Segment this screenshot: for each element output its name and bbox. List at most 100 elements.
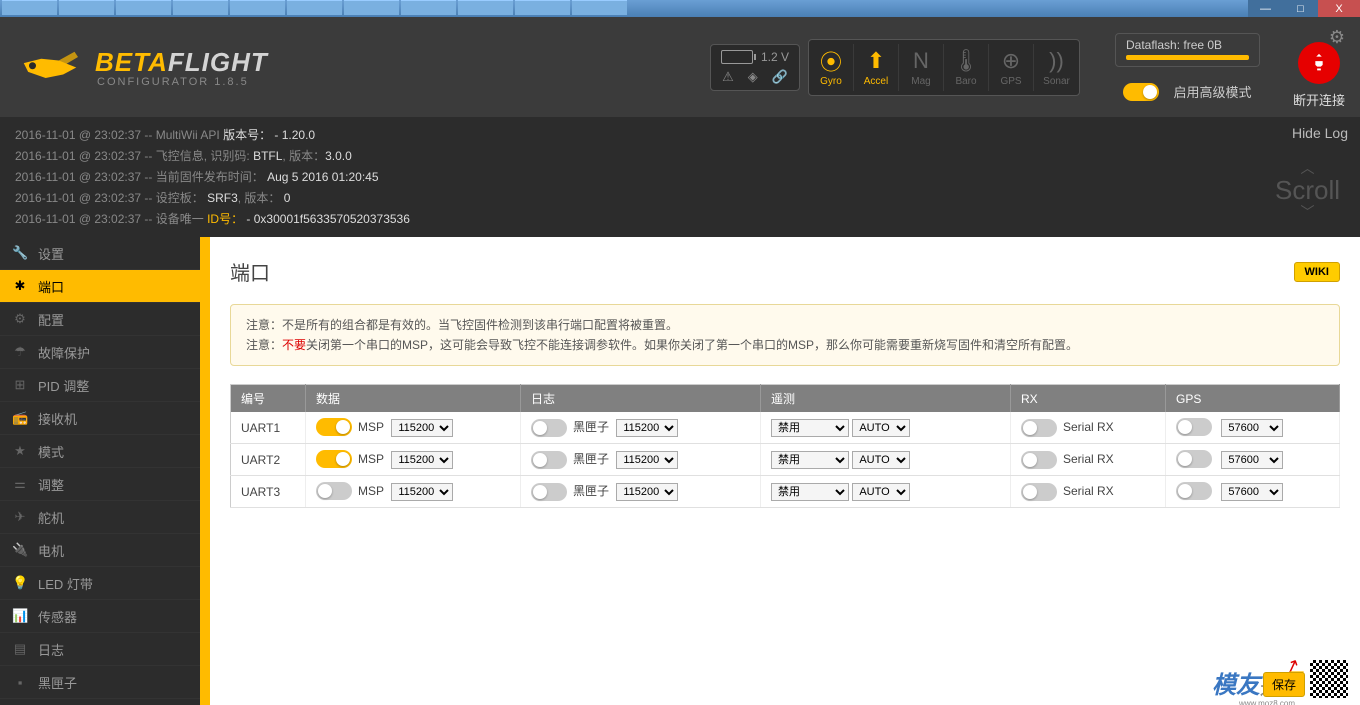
telemetry-baud-select[interactable]: AUTO [852,451,910,469]
battery-icon [721,50,753,64]
nav-icon: ⚙ [12,311,28,327]
maximize-button[interactable]: □ [1283,0,1318,17]
taskbar-tab[interactable] [173,0,228,15]
gps-baud-select[interactable]: 57600 [1221,419,1283,437]
nav-label: 调整 [38,475,64,494]
gps-toggle[interactable] [1176,418,1212,436]
msp-baud-select[interactable]: 115200 [391,483,453,501]
blackbox-baud-select[interactable]: 115200 [616,483,678,501]
nav-icon: ☂ [12,344,28,360]
nav-icon: ▪ [12,675,28,690]
hide-log-button[interactable]: Hide Log [1292,123,1348,144]
link-icon: 🔗 [772,69,788,85]
logo-flight: FLIGHT [168,47,268,77]
blackbox-toggle[interactable] [531,451,567,469]
table-row: UART3 MSP 115200 黑匣子 115200 禁用 AUTO Seri… [231,476,1340,508]
msp-toggle[interactable] [316,450,352,468]
nav-label: 故障保护 [38,343,90,362]
nav-icon: 💡 [12,575,28,591]
th-id: 编号 [231,385,306,413]
usb-icon [1308,52,1330,74]
sidebar-item-13[interactable]: ▪黑匣子 [0,666,200,699]
taskbar-tab[interactable] [458,0,513,15]
save-button[interactable]: 保存 [1263,672,1305,697]
telemetry-select[interactable]: 禁用 [771,451,849,469]
telemetry-baud-select[interactable]: AUTO [852,483,910,501]
nav-label: 设置 [38,244,64,263]
msp-baud-select[interactable]: 115200 [391,419,453,437]
th-rx: RX [1011,385,1166,413]
sidebar-item-11[interactable]: 📊传感器 [0,600,200,633]
nav-icon: 🔧 [12,245,28,261]
toggle-switch[interactable] [1123,83,1159,101]
dataflash-status: Dataflash: free 0B [1115,33,1260,67]
telemetry-select[interactable]: 禁用 [771,483,849,501]
sensor-mag: NMag [899,44,944,91]
sidebar-item-0[interactable]: 🔧 设置 [0,237,200,270]
nav-label: 配置 [38,310,64,329]
nav-icon: ⊞ [12,377,28,393]
betaflight-logo-icon [15,40,85,95]
taskbar-tab[interactable] [572,0,627,15]
disconnect-label: 断开连接 [1293,90,1345,109]
taskbar-tab[interactable] [344,0,399,15]
taskbar-tab[interactable] [230,0,285,15]
serialrx-toggle[interactable] [1021,483,1057,501]
taskbar-tab[interactable] [2,0,57,15]
nav-icon: 📻 [12,410,28,426]
sidebar-item-7[interactable]: ⚌调整 [0,468,200,501]
qr-code [1308,658,1350,700]
wiki-button[interactable]: WIKI [1294,262,1340,282]
nav-label: PID 调整 [38,376,89,395]
msp-baud-select[interactable]: 115200 [391,451,453,469]
gps-baud-select[interactable]: 57600 [1221,451,1283,469]
logo-beta: BETA [95,47,168,77]
sidebar-item-2[interactable]: ⚙ 配置 [0,303,200,336]
nav-label: 日志 [38,640,64,659]
close-button[interactable]: X [1318,0,1360,17]
expert-mode-toggle[interactable]: 启用高级模式 [1123,82,1251,101]
nav-label: LED 灯带 [38,574,93,593]
sidebar-nav: 🔧 设置 ✱端口 ⚙ 配置 ☂ 故障保护 ⊞ PID 调整 📻 接收机 ★模式⚌调整✈舵机🔌电机 💡 LE… [0,237,200,705]
sidebar-item-6[interactable]: ★模式 [0,435,200,468]
telemetry-baud-select[interactable]: AUTO [852,419,910,437]
blackbox-baud-select[interactable]: 115200 [616,451,678,469]
sidebar-item-9[interactable]: 🔌电机 [0,534,200,567]
telemetry-select[interactable]: 禁用 [771,419,849,437]
serialrx-toggle[interactable] [1021,451,1057,469]
nav-icon: ✱ [12,278,28,294]
nav-label: 接收机 [38,409,77,428]
th-gps: GPS [1166,385,1340,413]
sidebar-item-4[interactable]: ⊞ PID 调整 [0,369,200,402]
msp-toggle[interactable] [316,418,352,436]
logo-subtitle: CONFIGURATOR 1.8.5 [97,76,268,88]
page-title: 端口 [230,257,270,286]
sidebar-item-1[interactable]: ✱端口 [0,270,200,303]
disconnect-button[interactable] [1298,42,1340,84]
gps-toggle[interactable] [1176,482,1212,500]
taskbar-tab[interactable] [116,0,171,15]
sidebar-item-12[interactable]: ▤日志 [0,633,200,666]
sensor-status-box: ⦿Gyro⬆AccelNMag🌡Baro⊕GPS))Sonar [808,39,1080,96]
serialrx-toggle[interactable] [1021,419,1057,437]
blackbox-baud-select[interactable]: 115200 [616,419,678,437]
sidebar-item-5[interactable]: 📻 接收机 [0,402,200,435]
gps-toggle[interactable] [1176,450,1212,468]
log-panel: Hide Log ︿ Scroll ﹀ 2016-11-01 @ 23:02:3… [0,117,1360,237]
taskbar-tab[interactable] [59,0,114,15]
gps-baud-select[interactable]: 57600 [1221,483,1283,501]
ports-table: 编号 数据 日志 遥测 RX GPS UART1 MSP 115200 黑匣子 … [230,384,1340,508]
sidebar-item-3[interactable]: ☂ 故障保护 [0,336,200,369]
taskbar-tab[interactable] [401,0,456,15]
taskbar-tab[interactable] [287,0,342,15]
blackbox-toggle[interactable] [531,419,567,437]
sidebar-item-10[interactable]: 💡 LED 灯带 [0,567,200,600]
sidebar-item-8[interactable]: ✈舵机 [0,501,200,534]
msp-toggle[interactable] [316,482,352,500]
port-id: UART2 [231,444,306,476]
sensor-baro: 🌡Baro [944,44,989,91]
th-telem: 遥测 [761,385,1011,413]
blackbox-toggle[interactable] [531,483,567,501]
taskbar-tab[interactable] [515,0,570,15]
minimize-button[interactable]: — [1248,0,1283,17]
